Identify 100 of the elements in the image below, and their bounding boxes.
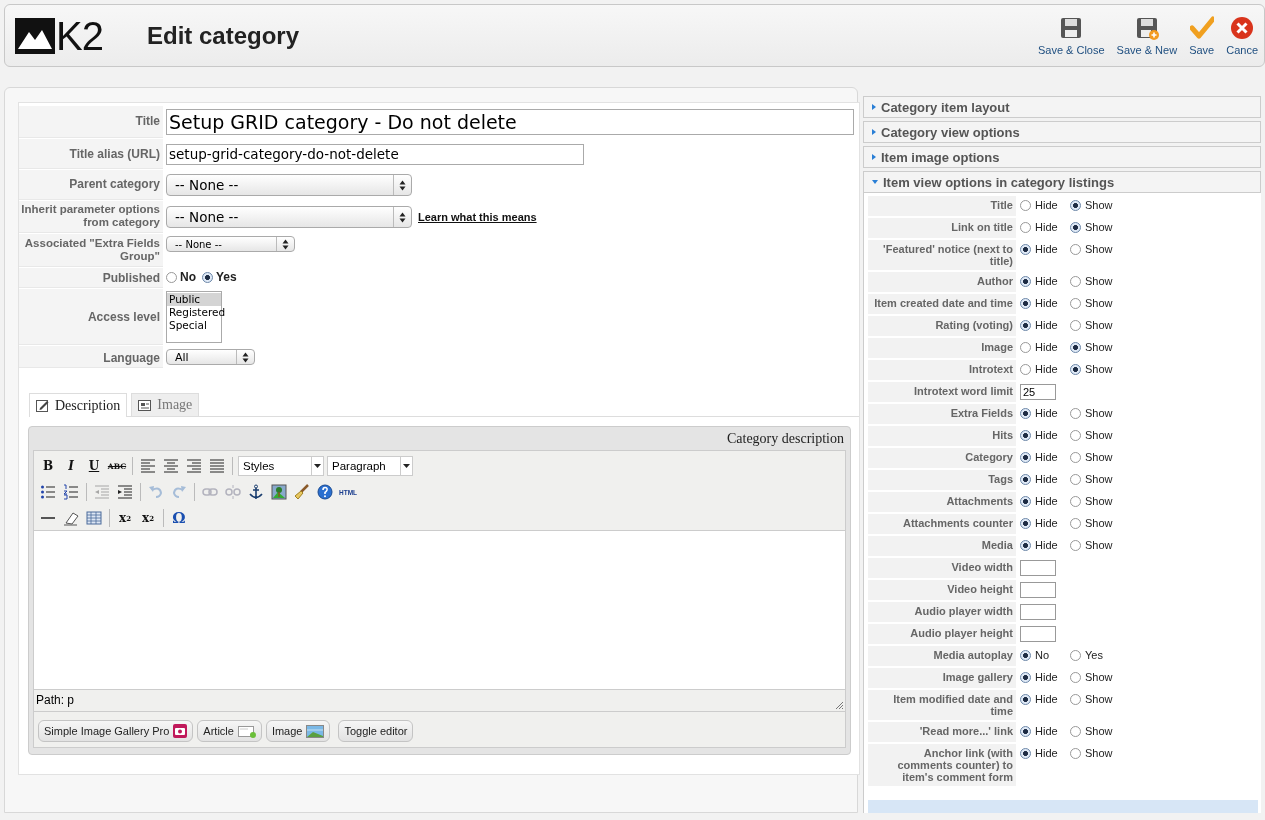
align-center-icon[interactable]	[163, 458, 179, 474]
align-right-icon[interactable]	[186, 458, 202, 474]
radio-button[interactable]	[1070, 243, 1081, 255]
anchor-icon[interactable]	[248, 484, 264, 500]
accordion-header[interactable]: Category view options	[863, 121, 1261, 143]
number-field[interactable]	[1020, 626, 1056, 642]
radio-button[interactable]	[1020, 363, 1031, 375]
radio-button[interactable]	[1070, 319, 1081, 331]
accordion-header[interactable]: Item view options in category listings	[863, 171, 1261, 193]
radio-button[interactable]	[1020, 407, 1031, 419]
indent-icon[interactable]	[117, 484, 133, 500]
radio-button[interactable]	[1020, 221, 1031, 233]
radio-button[interactable]	[1070, 297, 1081, 309]
radio-button[interactable]	[1020, 517, 1031, 529]
radio-button[interactable]	[1070, 199, 1081, 211]
align-left-icon[interactable]	[140, 458, 156, 474]
field-label: Associated "Extra Fields Group"	[19, 234, 163, 267]
list-option[interactable]: Public	[167, 293, 221, 306]
justify-icon[interactable]	[209, 458, 225, 474]
tab[interactable]: Description	[29, 393, 128, 417]
radio-button[interactable]	[1070, 221, 1081, 233]
editor-button[interactable]: Toggle editor	[338, 720, 414, 742]
accordion-header[interactable]: Item image options	[863, 146, 1261, 168]
radio-button[interactable]	[1020, 341, 1031, 353]
radio-button[interactable]	[1070, 671, 1081, 683]
toolbar-button[interactable]: Save & Close	[1031, 15, 1111, 56]
number-field[interactable]	[1020, 582, 1056, 598]
radio-button[interactable]	[1070, 747, 1081, 759]
up-down-arrows-icon	[282, 238, 289, 250]
radio-button[interactable]	[1020, 319, 1031, 331]
accordion-header[interactable]: Category item layout	[863, 96, 1261, 118]
radio-button[interactable]	[1070, 539, 1081, 551]
brush-icon[interactable]	[294, 484, 310, 500]
radio-button[interactable]	[1020, 747, 1031, 759]
tab[interactable]: Image	[131, 393, 200, 416]
radio-label: Show	[1085, 725, 1113, 737]
radio-button[interactable]	[1070, 495, 1081, 507]
radio-button[interactable]	[1020, 539, 1031, 551]
format-button[interactable]: x$^{2}$	[138, 508, 158, 528]
radio-button[interactable]	[1020, 451, 1031, 463]
radio-button[interactable]	[1020, 693, 1031, 705]
radio-button[interactable]	[1020, 243, 1031, 255]
select-field[interactable]: -- None --	[166, 174, 412, 196]
radio-button[interactable]	[1070, 451, 1081, 463]
help-link[interactable]: Learn what this means	[418, 211, 537, 223]
radio-label: Show	[1085, 495, 1113, 507]
radio-button[interactable]	[1020, 649, 1031, 661]
format-button[interactable]: I	[61, 456, 81, 476]
bullet-list-icon[interactable]	[40, 484, 56, 500]
radio-label: Show	[1085, 275, 1113, 287]
option-label: Media	[868, 536, 1016, 556]
radio-button[interactable]	[1070, 275, 1081, 287]
format-dropdown[interactable]: Styles	[238, 456, 324, 476]
radio-button[interactable]	[1070, 429, 1081, 441]
format-button[interactable]: Ω	[169, 508, 189, 528]
radio-label: Show	[1085, 221, 1113, 233]
radio-button[interactable]	[1070, 693, 1081, 705]
editor-button[interactable]: Image	[265, 720, 331, 742]
toolbar-button[interactable]: Save & New	[1110, 15, 1184, 56]
radio-button[interactable]	[166, 271, 177, 283]
help-icon[interactable]	[317, 484, 333, 500]
radio-button[interactable]	[1070, 407, 1081, 419]
number-field[interactable]: 25	[1020, 384, 1056, 400]
alias-field[interactable]: setup-grid-category-do-not-delete	[166, 143, 584, 165]
radio-label: Show	[1085, 243, 1113, 255]
radio-button[interactable]	[1020, 297, 1031, 309]
number-field[interactable]	[1020, 560, 1056, 576]
toolbar-button[interactable]: Save	[1183, 15, 1221, 56]
number-field[interactable]	[1020, 604, 1056, 620]
radio-button[interactable]	[1070, 725, 1081, 737]
format-dropdown[interactable]: Paragraph	[327, 456, 413, 476]
editor-button[interactable]: Simple Image Gallery Pro	[38, 720, 194, 742]
select-field[interactable]: -- None --	[166, 206, 412, 228]
title-field[interactable]: Setup GRID category - Do not delete	[166, 109, 854, 135]
landscape-image-icon[interactable]	[271, 484, 287, 500]
select-field[interactable]: -- None --	[166, 236, 295, 252]
radio-button[interactable]	[1070, 517, 1081, 529]
radio-label: Hide	[1035, 473, 1058, 485]
resize-grip-icon[interactable]	[835, 701, 844, 710]
radio-button[interactable]	[1020, 473, 1031, 485]
radio-button[interactable]	[1020, 725, 1031, 737]
radio-button[interactable]	[1070, 341, 1081, 353]
radio-button[interactable]	[1070, 473, 1081, 485]
list-option[interactable]: Special	[167, 319, 221, 332]
eraser-icon[interactable]	[63, 510, 79, 526]
radio-button[interactable]	[1070, 649, 1081, 661]
toolbar-button[interactable]: Cance	[1220, 15, 1264, 56]
radio-button[interactable]	[202, 271, 213, 283]
radio-button[interactable]	[1020, 275, 1031, 287]
select-field[interactable]: All	[166, 349, 255, 365]
editor-button[interactable]: Article	[197, 720, 262, 742]
radio-button[interactable]	[1070, 363, 1081, 375]
radio-button[interactable]	[1020, 495, 1031, 507]
radio-button[interactable]	[1020, 671, 1031, 683]
format-button[interactable]: U	[84, 456, 104, 476]
radio-button[interactable]	[1020, 429, 1031, 441]
radio-button[interactable]	[1020, 199, 1031, 211]
table-icon[interactable]	[86, 510, 102, 526]
numbered-list-icon[interactable]	[63, 484, 79, 500]
format-button[interactable]: B	[38, 456, 58, 476]
